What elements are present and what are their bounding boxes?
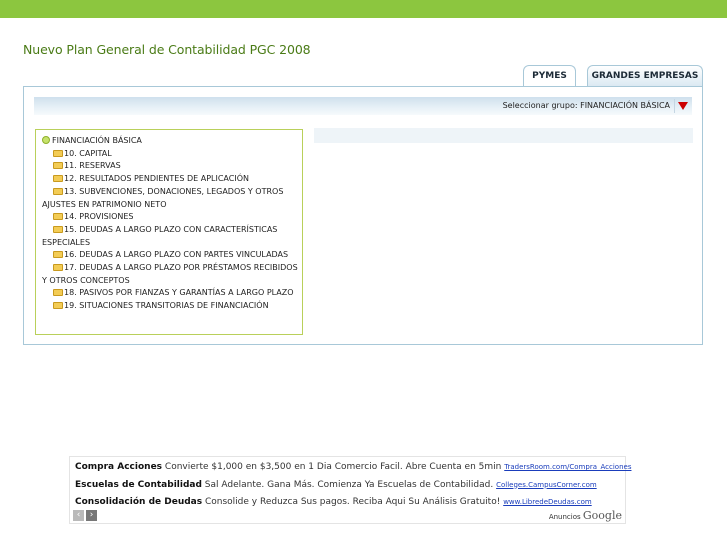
separator <box>674 99 675 113</box>
ad-url[interactable]: www.LibredeDeudas.com <box>503 498 592 506</box>
tab-pymes[interactable]: PYMES <box>523 65 576 88</box>
circle-icon <box>42 136 50 144</box>
folder-icon <box>53 225 63 233</box>
folder-icon <box>53 213 63 221</box>
folder-icon <box>53 302 63 310</box>
folder-icon <box>53 187 63 195</box>
tree-item[interactable]: 15. DEUDAS A LARGO PLAZO CON CARACTERÍST… <box>42 224 298 249</box>
tree-item[interactable]: 12. RESULTADOS PENDIENTES DE APLICACIÓN <box>42 173 298 186</box>
tree-item-label: 11. RESERVAS <box>64 161 121 171</box>
ads-by-google[interactable]: Anuncios Google <box>549 509 622 522</box>
tree-item-label: 15. DEUDAS A LARGO PLAZO CON CARACTERÍST… <box>42 224 278 247</box>
ad-item[interactable]: Consolidación de Deudas Consolide y Redu… <box>75 494 621 512</box>
ad-item[interactable]: Compra Acciones Convierte $1,000 en $3,5… <box>75 459 631 477</box>
ad-url[interactable]: TradersRoom.com/Compra_Acciones <box>504 463 631 471</box>
folder-icon <box>53 149 63 157</box>
tab-grandes-empresas[interactable]: GRANDES EMPRESAS <box>587 65 703 86</box>
tree-item[interactable]: 18. PASIVOS POR FIANZAS Y GARANTÍAS A LA… <box>42 287 298 300</box>
ad-prev-button[interactable]: ‹ <box>73 510 84 521</box>
account-tree: FINANCIACIÓN BÁSICA 10. CAPITAL 11. RESE… <box>35 129 303 335</box>
tree-item[interactable]: 14. PROVISIONES <box>42 211 298 224</box>
tree-item-label: 18. PASIVOS POR FIANZAS Y GARANTÍAS A LA… <box>64 288 294 298</box>
ad-text: Convierte $1,000 en $3,500 en 1 Dia Come… <box>164 462 502 472</box>
tree-item[interactable]: 10. CAPITAL <box>42 148 298 161</box>
dropdown-arrow-icon[interactable] <box>678 102 688 110</box>
tree-item[interactable]: 17. DEUDAS A LARGO PLAZO POR PRÉSTAMOS R… <box>42 262 298 287</box>
tree-item-label: 19. SITUACIONES TRANSITORIAS DE FINANCIA… <box>64 301 269 311</box>
ads-by-label: Anuncios <box>548 513 581 521</box>
tree-item-label: 14. PROVISIONES <box>64 212 134 222</box>
ad-title[interactable]: Escuelas de Contabilidad <box>75 480 202 490</box>
tree-item-label: 16. DEUDAS A LARGO PLAZO CON PARTES VINC… <box>64 250 289 260</box>
page-title: Nuevo Plan General de Contabilidad PGC 2… <box>23 42 311 57</box>
tree-root-label: FINANCIACIÓN BÁSICA <box>52 136 142 145</box>
tree-item[interactable]: 16. DEUDAS A LARGO PLAZO CON PARTES VINC… <box>42 249 298 262</box>
ad-url[interactable]: Colleges.CampusCorner.com <box>496 481 597 489</box>
tree-item[interactable]: 11. RESERVAS <box>42 160 298 173</box>
ad-text: Sal Adelante. Gana Más. Comienza Ya Escu… <box>204 479 494 490</box>
tree-item[interactable]: 13. SUBVENCIONES, DONACIONES, LEGADOS Y … <box>42 186 298 211</box>
folder-icon <box>53 289 63 297</box>
group-selector-label[interactable]: Seleccionar grupo: FINANCIACIÓN BÁSICA <box>503 97 670 115</box>
ad-item[interactable]: Escuelas de Contabilidad Sal Adelante. G… <box>75 477 621 495</box>
ad-box: Compra Acciones Convierte $1,000 en $3,5… <box>69 456 631 524</box>
tree-item-label: 13. SUBVENCIONES, DONACIONES, LEGADOS Y … <box>42 186 284 209</box>
detail-panel <box>314 128 693 143</box>
group-selector-bar: Seleccionar grupo: FINANCIACIÓN BÁSICA <box>34 97 692 115</box>
top-bar <box>0 0 727 18</box>
folder-icon <box>53 251 63 259</box>
folder-icon <box>53 162 63 170</box>
folder-icon <box>53 264 63 272</box>
ad-title[interactable]: Consolidación de Deudas <box>75 497 202 507</box>
ad-next-button[interactable]: › <box>86 510 97 521</box>
google-logo: Google <box>582 509 622 522</box>
tree-item-label: 10. CAPITAL <box>64 148 112 158</box>
ad-nav: ‹ › <box>73 510 99 521</box>
main-panel: Seleccionar grupo: FINANCIACIÓN BÁSICA F… <box>23 86 703 345</box>
tree-item-label: 12. RESULTADOS PENDIENTES DE APLICACIÓN <box>64 174 249 184</box>
ad-title[interactable]: Compra Acciones <box>75 462 162 472</box>
tree-root[interactable]: FINANCIACIÓN BÁSICA <box>42 135 298 148</box>
ad-text: Consolide y Reduzca Sus pagos. Reciba Aq… <box>204 497 501 507</box>
tree-item-label: 17. DEUDAS A LARGO PLAZO POR PRÉSTAMOS R… <box>42 263 298 285</box>
folder-icon <box>53 175 63 183</box>
tree-item[interactable]: 19. SITUACIONES TRANSITORIAS DE FINANCIA… <box>42 300 298 313</box>
